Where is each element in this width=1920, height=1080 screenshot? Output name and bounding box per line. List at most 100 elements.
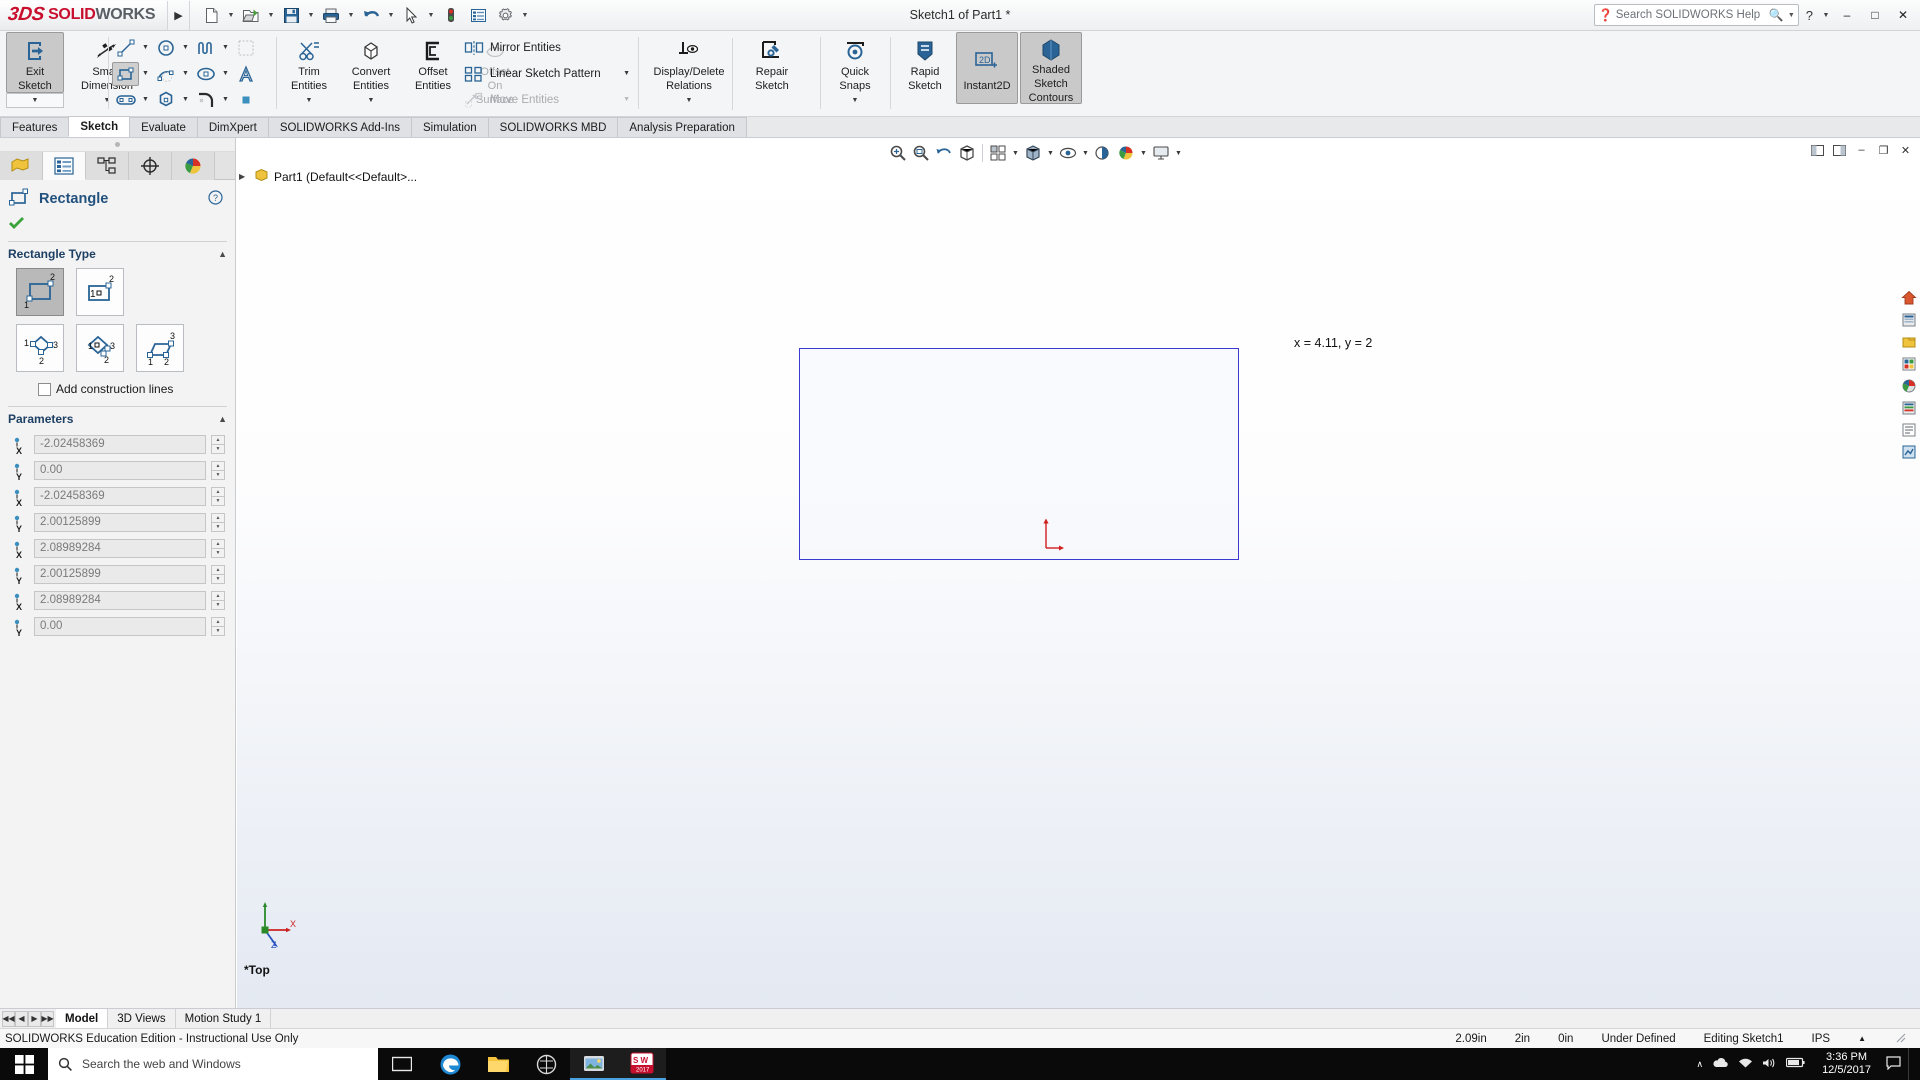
zoom-to-fit-icon[interactable] — [887, 142, 909, 164]
parameter-stepper[interactable]: ▲ ▼ — [211, 460, 225, 480]
help-menu-caret-icon[interactable]: ▼ — [1820, 2, 1832, 28]
graphics-area[interactable]: ▼ ▼ ▼ ▼ ▼ – ❐ ✕ ▶ Part1 (Default<<Defaul… — [237, 138, 1920, 1008]
status-units-caret-icon[interactable]: ▲ — [1844, 1034, 1880, 1043]
linear-sketch-pattern-caret-icon[interactable]: ▼ — [618, 70, 635, 77]
circle-tool-caret-icon[interactable]: ▼ — [179, 36, 192, 60]
options-display-button[interactable] — [465, 2, 491, 28]
status-units[interactable]: IPS — [1798, 1033, 1845, 1045]
ellipse-tool-button[interactable] — [192, 62, 219, 86]
property-manager-tab[interactable] — [43, 152, 86, 180]
options-caret-icon[interactable]: ▼ — [519, 2, 531, 28]
apply-scene-caret-icon[interactable]: ▼ — [1138, 142, 1149, 164]
parameter-y-input[interactable]: 0.00 — [34, 460, 206, 480]
stepper-up-icon[interactable]: ▲ — [211, 434, 225, 445]
line-tool-button[interactable] — [112, 36, 139, 60]
stepper-up-icon[interactable]: ▲ — [211, 616, 225, 627]
sketch-fillet-button[interactable] — [192, 88, 219, 112]
save-document-caret-icon[interactable]: ▼ — [305, 2, 317, 28]
task-view-icon[interactable] — [378, 1048, 426, 1080]
stepper-down-icon[interactable]: ▼ — [211, 626, 225, 636]
file-explorer-icon[interactable] — [474, 1048, 522, 1080]
parameter-stepper[interactable]: ▲ ▼ — [211, 590, 225, 610]
stepper-down-icon[interactable]: ▼ — [211, 600, 225, 610]
start-button[interactable] — [0, 1048, 48, 1080]
status-resize-grip[interactable] — [1880, 1031, 1920, 1046]
rectangle-tool-button[interactable] — [112, 61, 139, 86]
sketch-rectangle[interactable] — [799, 348, 1239, 560]
parameter-y-input[interactable]: 0.00 — [34, 616, 206, 636]
magnifier-icon[interactable]: 🔍 — [1767, 8, 1786, 22]
point-tool-button[interactable] — [232, 88, 259, 112]
parameter-stepper[interactable]: ▲ ▼ — [211, 434, 225, 454]
expand-triangle-icon[interactable]: ▶ — [239, 172, 249, 181]
parameter-x-input[interactable]: -2.02458369 — [34, 486, 206, 506]
network-icon[interactable] — [1738, 1057, 1753, 1072]
options-gear-button[interactable] — [492, 2, 518, 28]
close-window-button[interactable]: ✕ — [1890, 2, 1916, 28]
tab-dimxpert[interactable]: DimXpert — [196, 117, 269, 137]
taskbar-clock[interactable]: 3:36 PM 12/5/2017 — [1814, 1051, 1879, 1077]
help-search-input[interactable]: Search SOLIDWORKS Help — [1614, 9, 1767, 21]
rebuild-traffic-light-button[interactable] — [438, 2, 464, 28]
parameter-y-input[interactable]: 2.00125899 — [34, 564, 206, 584]
polygon-tool-caret-icon[interactable]: ▼ — [179, 88, 192, 112]
parameter-stepper[interactable]: ▲ ▼ — [211, 538, 225, 558]
tab-nav-arrows[interactable]: ◀◀ ◀ ▶ ▶▶ — [0, 1010, 56, 1027]
center-rectangle-option[interactable]: 12 — [76, 268, 124, 316]
tab-sketch[interactable]: Sketch — [68, 116, 131, 137]
stepper-up-icon[interactable]: ▲ — [211, 564, 225, 575]
expand-menu-arrow-icon[interactable]: ▶ — [168, 0, 190, 30]
display-style-caret-icon[interactable]: ▼ — [1045, 142, 1056, 164]
parallelogram-option[interactable]: 1 2 3 — [136, 324, 184, 372]
tab-simulation[interactable]: Simulation — [410, 117, 489, 137]
exit-sketch-button[interactable]: Exit Sketch — [6, 32, 64, 93]
feature-tree-root[interactable]: ▶ Part1 (Default<<Default>... — [239, 168, 417, 185]
undo-caret-icon[interactable]: ▼ — [385, 2, 397, 28]
parameters-section-header[interactable]: Parameters ▲ — [0, 407, 235, 431]
zoom-to-area-icon[interactable] — [910, 142, 932, 164]
help-button[interactable]: ? — [1801, 8, 1818, 23]
file-explorer-panel-icon[interactable] — [1899, 354, 1919, 374]
corner-rectangle-option[interactable]: 12 — [16, 268, 64, 316]
sketch-grid-button[interactable] — [232, 36, 259, 60]
stepper-up-icon[interactable]: ▲ — [211, 590, 225, 601]
trim-entities-button[interactable]: Trim Entities — [280, 32, 338, 93]
feature-manager-tree-tab[interactable] — [0, 152, 43, 180]
convert-entities-caret-icon[interactable]: ▼ — [342, 93, 400, 108]
help-search-box[interactable]: ❓ Search SOLIDWORKS Help 🔍 ▼ — [1593, 4, 1799, 26]
edge-browser-icon[interactable] — [426, 1048, 474, 1080]
photos-icon[interactable] — [570, 1048, 618, 1080]
show-desktop-button[interactable] — [1908, 1048, 1916, 1080]
parameter-y-input[interactable]: 2.00125899 — [34, 512, 206, 532]
sw-resources-icon[interactable] — [1899, 310, 1919, 330]
rectangle-tool-caret-icon[interactable]: ▼ — [139, 62, 152, 86]
parameter-stepper[interactable]: ▲ ▼ — [211, 486, 225, 506]
bottom-tab-model[interactable]: Model — [56, 1009, 109, 1028]
slot-tool-button[interactable] — [112, 88, 139, 112]
show-hidden-icons-caret[interactable]: ∧ — [1696, 1059, 1703, 1070]
volume-icon[interactable] — [1762, 1057, 1777, 1072]
stepper-down-icon[interactable]: ▼ — [211, 574, 225, 584]
circle-tool-button[interactable] — [152, 36, 179, 60]
solidworks-taskbar-icon[interactable]: S W 2017 — [618, 1048, 666, 1080]
new-document-button[interactable] — [198, 2, 224, 28]
previous-view-icon[interactable] — [933, 142, 955, 164]
select-caret-icon[interactable]: ▼ — [425, 2, 437, 28]
display-delete-relations-caret-icon[interactable]: ▼ — [644, 93, 734, 108]
stepper-down-icon[interactable]: ▼ — [211, 444, 225, 454]
3-point-center-rectangle-option[interactable]: 1 32 — [76, 324, 124, 372]
appearances-icon[interactable] — [1899, 398, 1919, 418]
print-document-button[interactable] — [318, 2, 344, 28]
help-circle-icon[interactable]: ? — [208, 189, 227, 208]
tab-analysis-preparation[interactable]: Analysis Preparation — [617, 117, 747, 137]
tab-features[interactable]: Features — [0, 117, 70, 137]
minimize-doc-icon[interactable]: – — [1851, 140, 1872, 160]
3-point-corner-rectangle-option[interactable]: 1 32 — [16, 324, 64, 372]
view-orientation-icon[interactable] — [987, 142, 1009, 164]
tab-solidworks-add-ins[interactable]: SOLIDWORKS Add-Ins — [267, 117, 412, 137]
chevron-up-icon[interactable]: ▲ — [218, 414, 227, 424]
parameter-x-input[interactable]: 2.08989284 — [34, 538, 206, 558]
stepper-down-icon[interactable]: ▼ — [211, 548, 225, 558]
add-construction-lines-row[interactable]: Add construction lines — [0, 380, 235, 404]
save-document-button[interactable] — [278, 2, 304, 28]
